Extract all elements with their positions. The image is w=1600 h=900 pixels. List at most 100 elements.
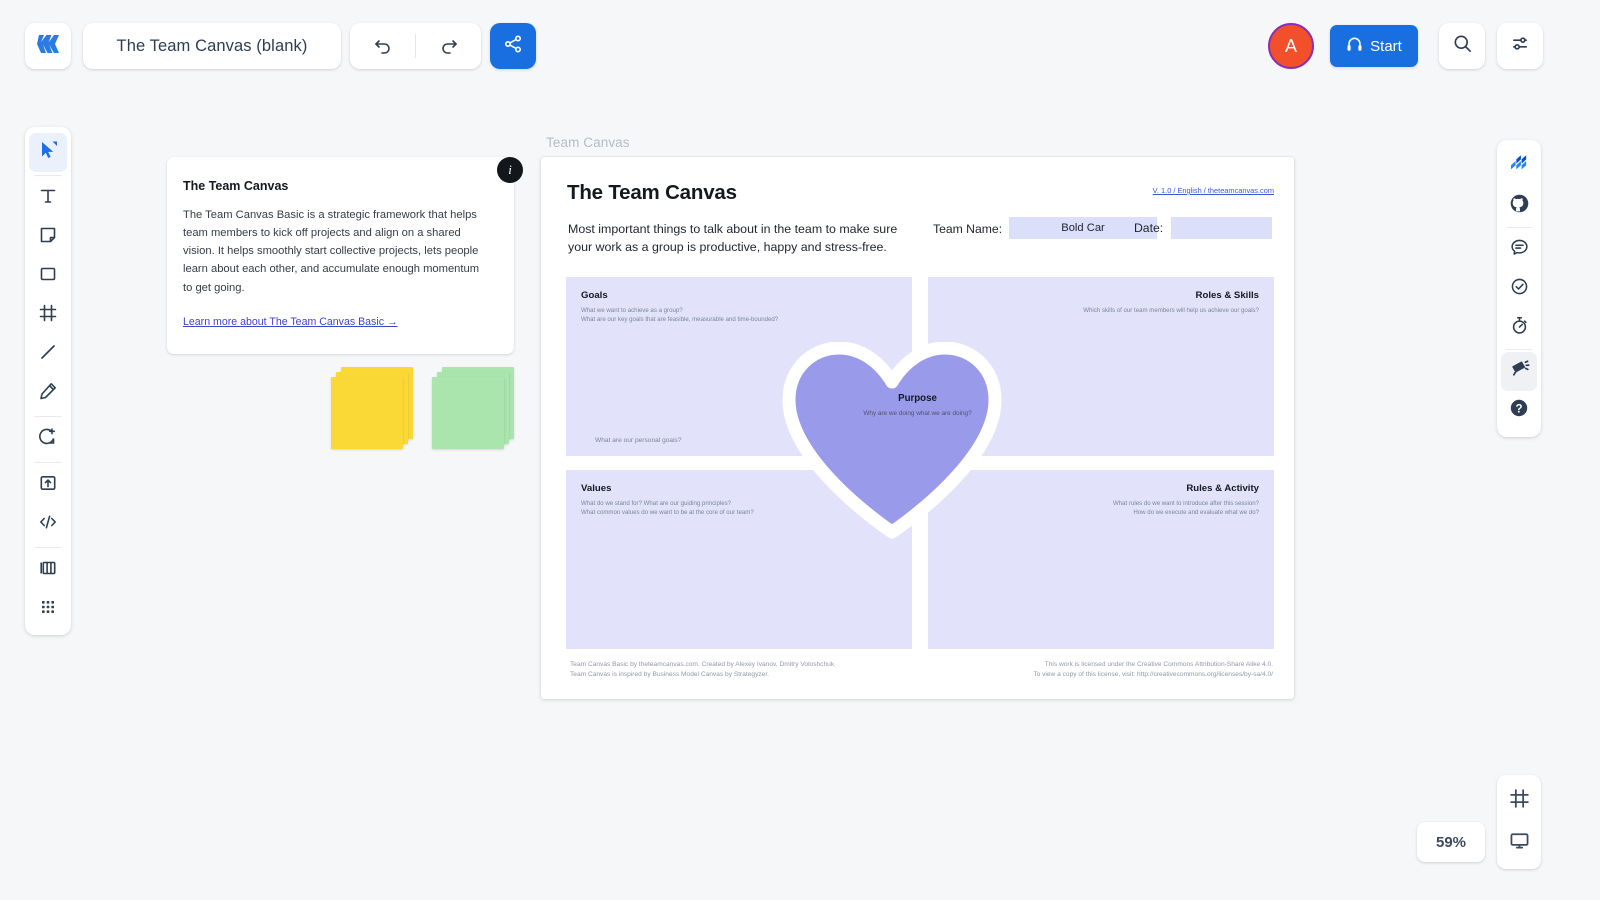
team-canvas-frame[interactable]: The Team Canvas V. 1.0 / English / thete… — [541, 157, 1294, 699]
quadrant-rules-activity[interactable]: Rules & Activity What rules do we want t… — [928, 470, 1274, 649]
zoom-level-text: 59% — [1435, 833, 1467, 851]
upload-box-icon — [37, 472, 59, 499]
sidebar-item-template-tool[interactable] — [29, 551, 67, 590]
miro-logo-icon — [35, 34, 61, 59]
quadrant-rules-q2: How do we execute and evaluate what we d… — [1133, 509, 1259, 517]
sidebar-item-embed-tool[interactable] — [29, 505, 67, 544]
sidebar-item-select-tool[interactable] — [29, 133, 67, 172]
right-item-vote-panel[interactable] — [1501, 269, 1537, 308]
info-card-body: The Team Canvas Basic is a strategic fra… — [183, 209, 480, 294]
sidebar-item-pen-tool[interactable] — [29, 374, 67, 413]
share-button[interactable] — [490, 23, 536, 69]
toolbar-divider — [34, 462, 62, 463]
stopwatch-icon — [1509, 315, 1530, 341]
quadrant-values-q2: What common values do we want to be at t… — [581, 509, 754, 517]
team-name-label: Team Name: — [933, 222, 1003, 236]
canvas-version-link[interactable]: V. 1.0 / English / theteamcanvas.com — [1153, 186, 1274, 195]
right-item-attention-panel[interactable] — [1501, 352, 1537, 391]
canvas-footer-left-line1: Team Canvas Basic by theteamcanvas.com. … — [570, 661, 835, 668]
search-button[interactable] — [1439, 23, 1485, 69]
toolbar-divider — [34, 175, 62, 176]
sticky-note-icon — [37, 224, 59, 251]
quadrant-values-q1: What do we stand for? What are our guidi… — [581, 500, 732, 507]
right-item-github-app[interactable] — [1501, 186, 1537, 225]
info-card: The Team Canvas The Team Canvas Basic is… — [167, 157, 514, 354]
sticky-stack-green[interactable] — [432, 367, 514, 449]
quadrant-roles-title: Roles & Skills — [1195, 290, 1259, 301]
right-item-jira-app[interactable] — [1501, 147, 1537, 186]
avatar-initial: A — [1284, 35, 1297, 56]
quadrant-values[interactable]: Values What do we stand for? What are ou… — [566, 470, 912, 649]
quadrant-goals-title: Goals — [581, 290, 608, 301]
text-t-icon — [37, 185, 59, 212]
start-session-button[interactable]: Start — [1330, 25, 1418, 67]
frame-icon — [37, 302, 59, 329]
frame-label[interactable]: Team Canvas — [546, 135, 630, 150]
app-logo-button[interactable] — [25, 23, 71, 69]
canvas-footer-right-line2: To view a copy of this license, visit: h… — [1033, 671, 1273, 679]
purpose-title: Purpose — [898, 393, 937, 404]
start-label: Start — [1370, 37, 1402, 55]
megaphone-icon — [1508, 358, 1530, 385]
sidebar-item-comment-tool[interactable] — [29, 420, 67, 459]
board-title-input[interactable]: The Team Canvas (blank) — [83, 23, 341, 69]
help-circle-icon: ? — [1508, 397, 1530, 424]
sidebar-item-upload-tool[interactable] — [29, 466, 67, 505]
sidebar-item-apps-tool[interactable] — [29, 590, 67, 629]
presentation-mode-button[interactable] — [1500, 822, 1538, 864]
quadrant-goals-personal: What are our personal goals? — [595, 437, 682, 444]
right-item-chat-panel[interactable] — [1501, 230, 1537, 269]
search-icon — [1452, 33, 1473, 59]
canvas-subtitle: Most important things to talk about in t… — [568, 222, 898, 254]
purpose-question: Why are we doing what we are doing? — [863, 410, 972, 417]
sticky-stack-yellow[interactable] — [331, 367, 413, 449]
chat-bubble-icon — [1509, 237, 1530, 263]
check-circle-icon — [1509, 276, 1530, 302]
canvas-footer-left: Team Canvas Basic by theteamcanvas.com. … — [570, 660, 834, 680]
undo-button[interactable] — [350, 23, 415, 69]
right-panel-divider — [1506, 349, 1532, 350]
sidebar-item-shape-tool[interactable] — [29, 257, 67, 296]
sidebar-item-text-tool[interactable] — [29, 179, 67, 218]
date-field[interactable] — [1171, 217, 1272, 239]
jira-icon — [1508, 153, 1530, 180]
info-icon[interactable]: i — [497, 157, 523, 183]
quadrant-goals[interactable]: Goals What we want to achieve as a group… — [566, 277, 912, 456]
rectangle-icon — [37, 263, 59, 290]
line-icon — [37, 341, 59, 368]
monitor-icon — [1508, 829, 1531, 857]
quadrant-values-title: Values — [581, 483, 612, 494]
sidebar-item-line-tool[interactable] — [29, 335, 67, 374]
fit-to-screen-button[interactable] — [1500, 780, 1538, 822]
view-controls — [1497, 775, 1541, 869]
svg-text:?: ? — [1515, 403, 1522, 415]
right-item-help-panel[interactable]: ? — [1501, 391, 1537, 430]
sliders-icon — [1510, 33, 1531, 59]
team-name-value: Bold Car — [1061, 222, 1105, 234]
undo-redo-group — [350, 23, 481, 69]
info-card-title: The Team Canvas — [183, 179, 289, 193]
headset-icon — [1346, 36, 1363, 57]
sidebar-item-sticky-tool[interactable] — [29, 218, 67, 257]
redo-button[interactable] — [416, 23, 481, 69]
sticky-note — [432, 377, 504, 449]
quadrant-roles-skills[interactable]: Roles & Skills Which skills of our team … — [928, 277, 1274, 456]
left-tool-palette — [25, 127, 71, 635]
frame-fit-icon — [1508, 787, 1531, 815]
share-nodes-icon — [503, 34, 523, 59]
zoom-level-button[interactable]: 59% — [1417, 822, 1485, 862]
right-panel-divider — [1506, 227, 1532, 228]
info-card-link[interactable]: Learn more about The Team Canvas Basic → — [183, 316, 398, 328]
comment-plus-icon — [37, 426, 59, 453]
undo-arrow-icon — [373, 34, 393, 59]
quadrant-roles-q1: Which skills of our team members will he… — [1083, 307, 1259, 314]
user-avatar[interactable]: A — [1268, 23, 1314, 69]
canvas-footer-left-line2: Team Canvas is inspired by Business Mode… — [570, 671, 770, 679]
toolbar-divider — [34, 547, 62, 548]
date-label: Date: — [1134, 221, 1164, 235]
board-settings-button[interactable] — [1497, 23, 1543, 69]
sidebar-item-frame-tool[interactable] — [29, 296, 67, 335]
canvas-footer-right: This work is licensed under the Creative… — [1033, 660, 1273, 680]
right-item-timer-panel[interactable] — [1501, 308, 1537, 347]
cursor-arrow-icon — [37, 139, 59, 166]
